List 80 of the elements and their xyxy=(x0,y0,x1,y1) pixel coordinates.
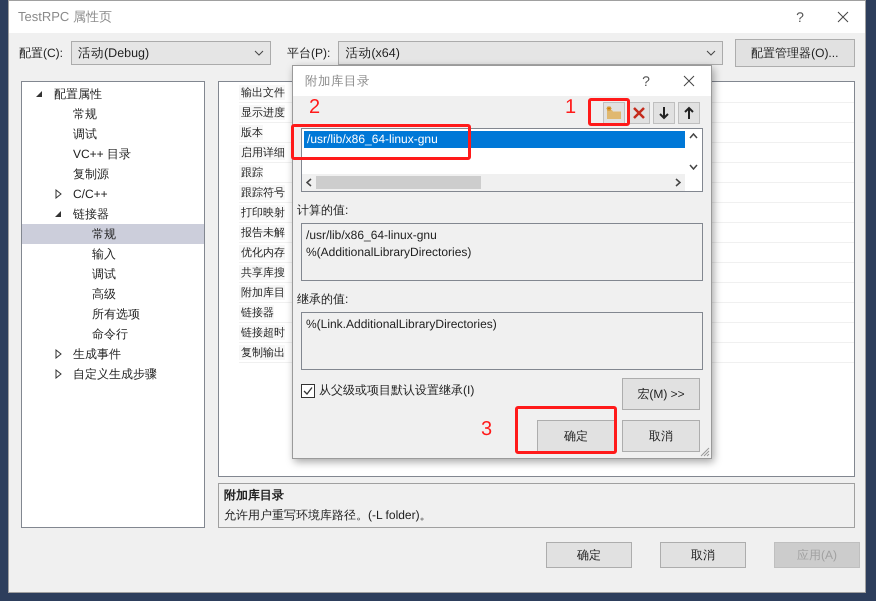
resize-grip-icon[interactable] xyxy=(700,447,710,457)
ok-button[interactable]: 确定 xyxy=(537,420,615,452)
computed-value: /usr/lib/x86_64-linux-gnu xyxy=(306,227,438,244)
inherit-checkbox[interactable] xyxy=(301,384,315,398)
tree-item[interactable]: 命令行 xyxy=(22,324,204,344)
annotation-box xyxy=(588,98,630,126)
collapsed-arrow-icon[interactable] xyxy=(53,189,63,199)
tree-item[interactable]: 输入 xyxy=(22,244,204,264)
collapsed-arrow-icon[interactable] xyxy=(53,349,63,359)
tree-item[interactable]: 常规 xyxy=(22,104,204,124)
new-folder-button[interactable] xyxy=(603,102,625,124)
property-name[interactable]: 共享库搜 xyxy=(239,265,285,280)
computed-value: %(AdditionalLibraryDirectories) xyxy=(306,244,472,261)
tree-item[interactable]: 调试 xyxy=(22,124,204,144)
property-name[interactable]: 跟踪 xyxy=(239,165,263,180)
property-name[interactable]: 显示进度 xyxy=(239,105,285,120)
arrow-up-icon xyxy=(684,106,694,120)
inherited-values-label: 继承的值: xyxy=(297,291,350,308)
annotation-number: 3 xyxy=(481,418,492,441)
tree-item[interactable]: 生成事件 xyxy=(22,344,204,364)
property-name[interactable]: 复制输出 xyxy=(239,345,285,360)
directory-entry[interactable]: /usr/lib/x86_64-linux-gnu xyxy=(304,131,685,148)
tree-item[interactable]: 自定义生成步骤 xyxy=(22,364,204,384)
scroll-right-icon[interactable] xyxy=(675,178,681,187)
collapsed-arrow-icon[interactable] xyxy=(53,369,63,379)
tree-item[interactable]: 常规 xyxy=(22,224,204,244)
config-dropdown[interactable]: 活动(Debug) xyxy=(71,41,272,65)
tree-item[interactable]: VC++ 目录 xyxy=(22,144,204,164)
annotation-number: 1 xyxy=(565,96,576,119)
property-name[interactable]: 输出文件 xyxy=(239,85,285,100)
dialog-title: 附加库目录 xyxy=(305,72,371,90)
scroll-up-icon[interactable] xyxy=(689,133,698,139)
help-button[interactable]: ? xyxy=(623,73,669,89)
property-name[interactable]: 优化内存 xyxy=(239,245,285,260)
property-name[interactable]: 报告未解 xyxy=(239,225,285,240)
scroll-down-icon[interactable] xyxy=(689,164,698,170)
close-icon[interactable] xyxy=(683,75,695,87)
folder-icon xyxy=(606,106,622,120)
expanded-arrow-icon[interactable] xyxy=(53,209,63,219)
tree-item[interactable]: 链接器 xyxy=(22,204,204,224)
help-button[interactable]: ? xyxy=(777,9,823,25)
expanded-arrow-icon[interactable] xyxy=(34,89,44,99)
property-name[interactable]: 打印映射 xyxy=(239,205,285,220)
config-manager-button[interactable]: 配置管理器(O)... xyxy=(734,39,856,67)
delete-button[interactable] xyxy=(628,102,650,124)
scroll-left-icon[interactable] xyxy=(306,178,312,187)
macro-button[interactable]: 宏(M) >> xyxy=(622,378,700,410)
move-down-button[interactable] xyxy=(653,102,675,124)
tree-item[interactable]: 高级 xyxy=(22,284,204,304)
tree-item[interactable]: 复制源 xyxy=(22,164,204,184)
window-title: TestRPC 属性页 xyxy=(18,8,113,26)
inherited-value: %(Link.AdditionalLibraryDirectories) xyxy=(306,316,498,333)
property-name[interactable]: 跟踪符号 xyxy=(239,185,285,200)
platform-label: 平台(P): xyxy=(287,44,330,62)
tree-item[interactable]: 配置属性 xyxy=(22,84,204,104)
property-name[interactable]: 版本 xyxy=(239,125,263,140)
description-title: 附加库目录 xyxy=(224,487,285,504)
scrollbar-thumb[interactable] xyxy=(316,176,481,189)
move-up-button[interactable] xyxy=(678,102,700,124)
chevron-down-icon xyxy=(706,50,716,56)
inherit-checkbox-label[interactable]: 从父级或项目默认设置继承(I) xyxy=(319,382,474,399)
computed-values-label: 计算的值: xyxy=(297,202,350,219)
close-icon[interactable] xyxy=(837,11,849,23)
tree-item[interactable]: C/C++ xyxy=(22,184,204,204)
property-name[interactable]: 启用详细 xyxy=(239,145,285,160)
chevron-down-icon xyxy=(254,50,264,56)
property-name[interactable]: 链接超时 xyxy=(239,325,285,340)
cancel-button[interactable]: 取消 xyxy=(622,420,700,452)
property-name[interactable]: 附加库目 xyxy=(239,285,285,300)
description-text: 允许用户重写环境库路径。(-L folder)。 xyxy=(224,507,433,524)
tree-item[interactable]: 所有选项 xyxy=(22,304,204,324)
arrow-down-icon xyxy=(659,106,669,120)
config-label: 配置(C): xyxy=(19,44,63,62)
platform-dropdown[interactable]: 活动(x64) xyxy=(338,41,723,65)
property-name[interactable]: 链接器 xyxy=(239,305,274,320)
dialog-button[interactable]: 取消 xyxy=(660,542,746,568)
annotation-number: 2 xyxy=(309,96,320,119)
delete-x-icon xyxy=(632,106,646,120)
tree-item[interactable]: 调试 xyxy=(22,264,204,284)
dialog-button[interactable]: 确定 xyxy=(546,542,632,568)
